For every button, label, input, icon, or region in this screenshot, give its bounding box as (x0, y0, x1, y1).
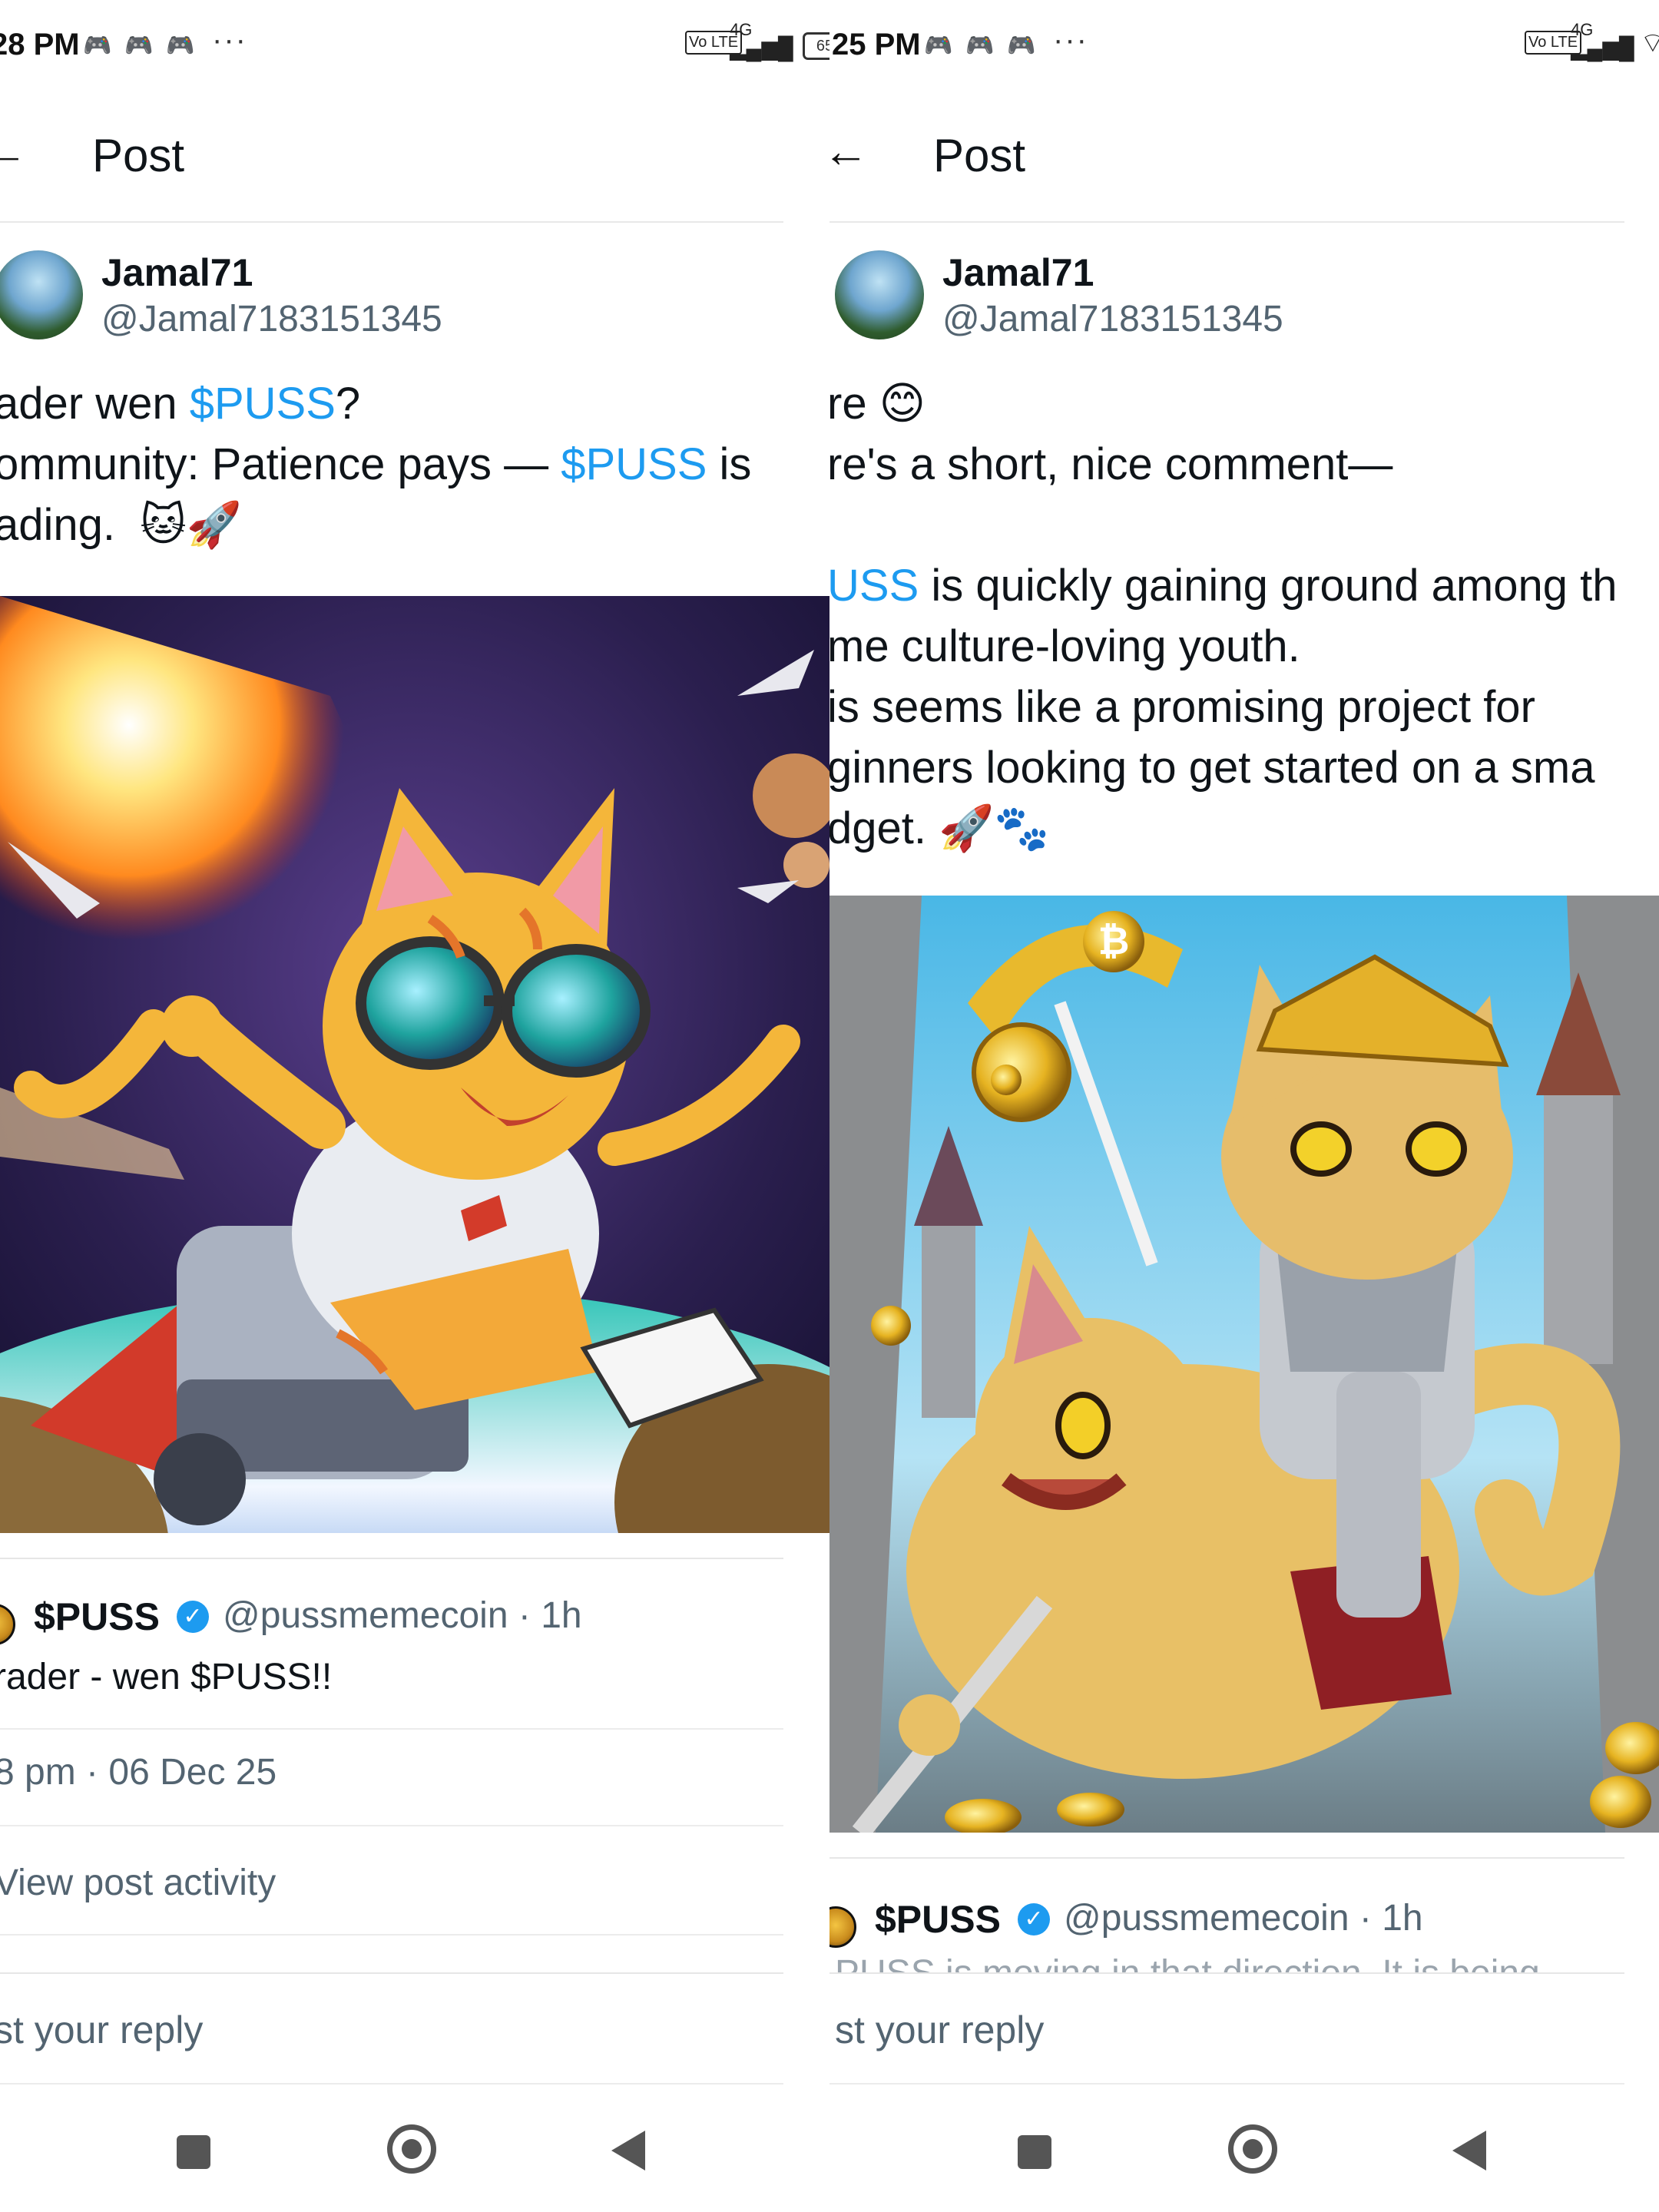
game-controller-icon: 🎮 (1007, 33, 1036, 58)
quoted-author-handle[interactable]: @pussmemecoin · 1h (223, 1594, 582, 1637)
post-text-segment: ading. 🐱🚀 (0, 500, 242, 550)
recent-apps-icon[interactable] (177, 2135, 210, 2169)
cashtag-link[interactable]: $PUSS (190, 379, 336, 429)
quoted-avatar[interactable] (0, 1604, 15, 1645)
signal-icon: ▂▄▆█ (730, 36, 793, 60)
post-text: re 😊 re's a short, nice comment— USS is … (830, 373, 1659, 859)
divider (0, 1728, 783, 1730)
post-text-segment: me culture-loving youth. (830, 621, 1300, 671)
post-text-segment: ? (335, 379, 361, 429)
post-image-space-cat[interactable] (0, 596, 830, 1533)
author-handle[interactable]: @Jamal7183151345 (101, 298, 442, 340)
post-text: ader wen $PUSS? ommunity: Patience pays … (0, 373, 830, 555)
status-time: 25 PM (832, 28, 921, 61)
post-header: ← Post (830, 84, 1624, 223)
back-icon[interactable] (611, 2131, 645, 2171)
view-post-activity-link[interactable]: View post activity (0, 1862, 276, 1904)
svg-text:₿: ₿ (1098, 919, 1130, 962)
avatar[interactable] (835, 250, 924, 339)
quoted-avatar[interactable] (830, 1906, 856, 1948)
post-text-segment: is seems like a promising project for (830, 682, 1535, 732)
post-text-segment: ommunity: Patience pays — (0, 439, 561, 489)
game-controller-icon: 🎮 (124, 33, 154, 58)
author-name[interactable]: Jamal71 (942, 250, 1094, 295)
post-text-segment: dget. 🚀🐾 (830, 803, 1050, 853)
status-bar: 25 PM 🎮 🎮 🎮 ··· Vo LTE 4G ▂▄▆█ ⌔ (830, 0, 1659, 84)
status-time: 28 PM (0, 28, 80, 61)
android-nav-bar (830, 2083, 1624, 2212)
battery-icon: 65 (803, 32, 830, 60)
verified-badge-icon: ✓ (1018, 1903, 1050, 1936)
status-bar: 28 PM 🎮 🎮 🎮 ··· Vo LTE 4G ▂▄▆█ 65 (0, 0, 830, 84)
game-controller-icon: 🎮 (166, 33, 195, 58)
post-text-segment: ader wen (0, 379, 190, 429)
avatar[interactable] (0, 250, 83, 339)
divider (0, 1558, 783, 1559)
home-icon[interactable] (1228, 2124, 1277, 2174)
post-text-segment: is (707, 439, 752, 489)
page-title: Post (933, 130, 1026, 181)
back-arrow-icon[interactable]: ← (0, 124, 28, 177)
post-text-segment: re 😊 (830, 379, 926, 429)
quoted-author-handle[interactable]: @pussmemecoin · 1h (1064, 1897, 1423, 1939)
post-header: ← Post (0, 84, 783, 223)
verified-badge-icon: ✓ (177, 1601, 209, 1633)
game-controller-icon: 🎮 (83, 33, 112, 58)
cashtag-link[interactable]: $PUSS (561, 439, 707, 489)
game-controller-icon: 🎮 (924, 33, 953, 58)
author-name[interactable]: Jamal71 (101, 250, 253, 295)
cashtag-link[interactable]: USS (830, 561, 919, 611)
quoted-author-name[interactable]: $PUSS (875, 1897, 1001, 1942)
divider (0, 1934, 783, 1936)
divider (0, 1825, 783, 1826)
post-text-segment: ginners looking to get started on a sma (830, 743, 1595, 793)
reply-bar: st your reply (0, 1972, 783, 2083)
quoted-post-text[interactable]: rader - wen $PUSS!! (0, 1656, 332, 1698)
quoted-author-name[interactable]: $PUSS (34, 1594, 160, 1639)
wifi-icon: ⌔ (1640, 27, 1659, 58)
back-arrow-icon[interactable]: ← (830, 124, 869, 177)
android-nav-bar (0, 2083, 783, 2212)
back-icon[interactable] (1452, 2131, 1486, 2171)
home-icon[interactable] (387, 2124, 436, 2174)
signal-icon: ▂▄▆█ (1571, 36, 1634, 60)
reply-input[interactable]: st your reply (835, 2008, 1044, 2052)
post-timestamp[interactable]: 8 pm · 06 Dec 25 (0, 1751, 276, 1793)
reply-input[interactable]: st your reply (0, 2008, 203, 2052)
game-controller-icon: 🎮 (965, 33, 995, 58)
reply-bar: st your reply (830, 1972, 1624, 2083)
page-title: Post (92, 130, 185, 181)
right-screenshot-panel: 25 PM 🎮 🎮 🎮 ··· Vo LTE 4G ▂▄▆█ ⌔ ← Post … (830, 0, 1659, 2212)
more-notifications-icon: ··· (1053, 23, 1088, 57)
author-handle[interactable]: @Jamal7183151345 (942, 298, 1283, 340)
post-text-segment: re's a short, nice comment— (830, 439, 1393, 489)
left-screenshot-panel: 28 PM 🎮 🎮 🎮 ··· Vo LTE 4G ▂▄▆█ 65 ← Post… (0, 0, 830, 2212)
post-image-knight-cat[interactable]: ₿ (830, 896, 1659, 1833)
post-text-segment: is quickly gaining ground among th (919, 561, 1618, 611)
divider (830, 1857, 1624, 1859)
recent-apps-icon[interactable] (1018, 2135, 1051, 2169)
more-notifications-icon: ··· (212, 23, 247, 57)
